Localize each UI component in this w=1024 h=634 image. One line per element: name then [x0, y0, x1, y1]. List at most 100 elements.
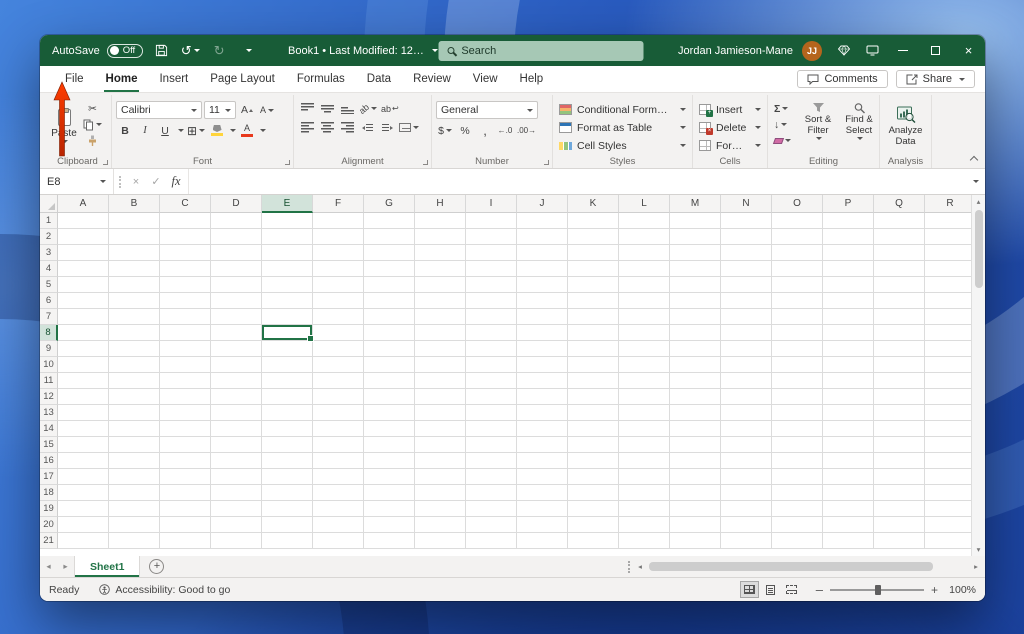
analyze-data-button[interactable]: Analyze Data [884, 98, 927, 154]
grid-cell[interactable] [772, 293, 823, 309]
align-right-button[interactable] [338, 120, 356, 135]
row-header[interactable]: 8 [40, 325, 58, 341]
zoom-thumb[interactable] [874, 585, 881, 595]
sort-filter-button[interactable]: Sort & Filter [799, 101, 837, 154]
grid-cell[interactable] [58, 261, 109, 277]
grid-cell[interactable] [721, 437, 772, 453]
grid-cell[interactable] [670, 229, 721, 245]
grid-cell[interactable] [517, 277, 568, 293]
grid-cell[interactable] [874, 325, 925, 341]
grid-cell[interactable] [262, 469, 313, 485]
grid-cell[interactable] [619, 533, 670, 549]
sheet-tab-sheet1[interactable]: Sheet1 [74, 556, 141, 577]
grid-cell[interactable] [517, 533, 568, 549]
close-button[interactable]: × [952, 35, 985, 66]
grid-cell[interactable] [160, 309, 211, 325]
grid-cell[interactable] [721, 293, 772, 309]
grid-cell[interactable] [211, 213, 262, 229]
zoom-slider[interactable] [829, 583, 924, 597]
grid-cell[interactable] [619, 517, 670, 533]
grid-cell[interactable] [721, 245, 772, 261]
decrease-indent-button[interactable] [358, 120, 376, 135]
vertical-scroll-thumb[interactable] [974, 210, 983, 288]
grid-cell[interactable] [619, 485, 670, 501]
grid-cell[interactable] [58, 469, 109, 485]
grid-cell[interactable] [160, 245, 211, 261]
grid-cell[interactable] [925, 325, 971, 341]
grid-cell[interactable] [364, 517, 415, 533]
grid-cell[interactable] [313, 485, 364, 501]
grid-cell[interactable] [517, 261, 568, 277]
grid-cell[interactable] [262, 405, 313, 421]
grid-cell[interactable] [262, 501, 313, 517]
grid-cell[interactable] [58, 453, 109, 469]
fill-button[interactable]: ↓ [772, 117, 796, 132]
grid-cell[interactable] [772, 309, 823, 325]
grid-cell[interactable] [415, 485, 466, 501]
grid-cell[interactable] [517, 485, 568, 501]
top-align-button[interactable] [298, 101, 316, 116]
format-painter-button[interactable] [82, 133, 103, 148]
grid-cell[interactable] [466, 421, 517, 437]
grid-cell[interactable] [109, 245, 160, 261]
grid-cell[interactable] [211, 245, 262, 261]
grid-cell[interactable] [925, 261, 971, 277]
column-header[interactable]: B [109, 195, 160, 213]
grid-cell[interactable] [568, 517, 619, 533]
column-header[interactable]: O [772, 195, 823, 213]
zoom-in-button[interactable]: + [931, 583, 938, 597]
grid-cell[interactable] [364, 469, 415, 485]
grid-cell[interactable] [925, 213, 971, 229]
tab-review[interactable]: Review [402, 66, 462, 92]
grid-cell[interactable] [160, 501, 211, 517]
grid-cell[interactable] [721, 517, 772, 533]
grid-cell[interactable] [109, 213, 160, 229]
column-header[interactable]: H [415, 195, 466, 213]
grid-cell[interactable] [415, 517, 466, 533]
grid-cell[interactable] [568, 501, 619, 517]
grid-cell[interactable] [619, 501, 670, 517]
column-header[interactable]: D [211, 195, 262, 213]
decrease-font-size-button[interactable]: A [258, 103, 276, 118]
row-header[interactable]: 13 [40, 405, 58, 421]
grid-cell[interactable] [925, 373, 971, 389]
grid-cell[interactable] [466, 453, 517, 469]
grid-cell[interactable] [211, 293, 262, 309]
increase-font-size-button[interactable]: A [238, 103, 256, 118]
grid-cell[interactable] [568, 229, 619, 245]
grid-cell[interactable] [721, 309, 772, 325]
grid-cell[interactable] [670, 485, 721, 501]
row-header[interactable]: 4 [40, 261, 58, 277]
grid-cell[interactable] [211, 453, 262, 469]
grid-cell[interactable] [262, 453, 313, 469]
grid-cell[interactable] [721, 485, 772, 501]
clear-button[interactable] [772, 133, 796, 148]
row-header[interactable]: 9 [40, 341, 58, 357]
grid-cell[interactable] [364, 389, 415, 405]
grid-cell[interactable] [721, 277, 772, 293]
grid-cell[interactable] [619, 421, 670, 437]
grid-cell[interactable] [364, 213, 415, 229]
grid-cell[interactable] [415, 293, 466, 309]
share-button[interactable]: Share [895, 70, 975, 88]
grid-cell[interactable] [772, 485, 823, 501]
grid-cell[interactable] [466, 389, 517, 405]
grid-cell[interactable] [364, 405, 415, 421]
grid-cell[interactable] [364, 357, 415, 373]
row-header[interactable]: 15 [40, 437, 58, 453]
column-header[interactable]: C [160, 195, 211, 213]
grid-cell[interactable] [58, 373, 109, 389]
grid-cell[interactable] [160, 421, 211, 437]
formula-bar-expand-button[interactable] [965, 169, 985, 194]
grid-cell[interactable] [466, 277, 517, 293]
grid-cell[interactable] [925, 389, 971, 405]
grid-cell[interactable] [109, 485, 160, 501]
grid-cell[interactable] [109, 469, 160, 485]
increase-decimal-button[interactable]: ←.0 [496, 123, 514, 138]
grid-cell[interactable] [874, 213, 925, 229]
grid-cell[interactable] [109, 517, 160, 533]
search-box[interactable]: Search [438, 40, 644, 61]
grid-cell[interactable] [823, 501, 874, 517]
grid-cell[interactable] [58, 245, 109, 261]
grid-cell[interactable] [415, 229, 466, 245]
